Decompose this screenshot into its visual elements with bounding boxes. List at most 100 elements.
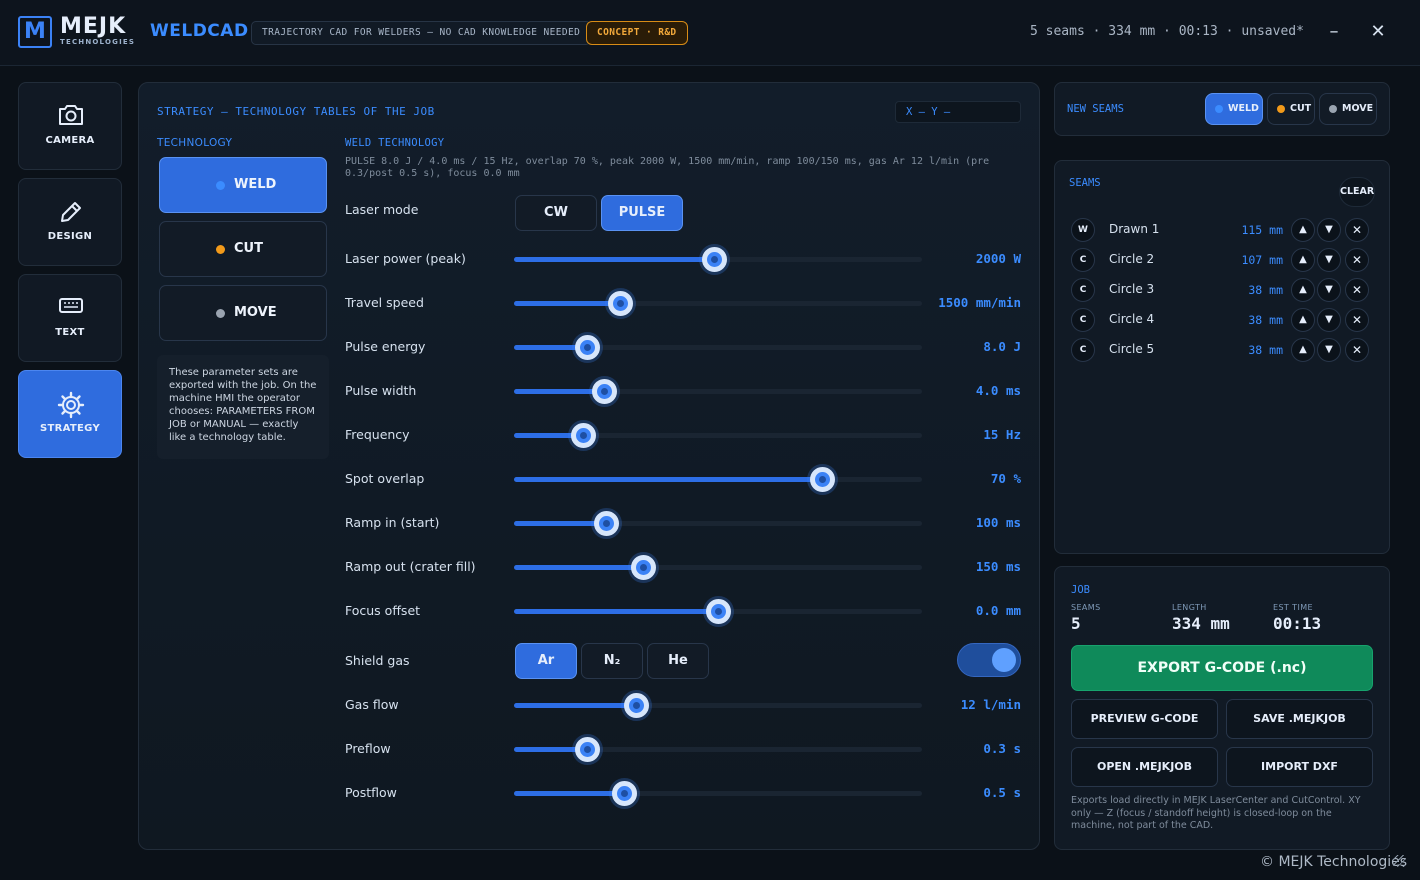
sidebar-item-design[interactable]: DESIGN: [18, 178, 122, 266]
slider-handle[interactable]: [591, 379, 617, 404]
new-seam-weld-label: WELD: [1228, 103, 1259, 114]
seam-row[interactable]: C Circle 2 107 mm ▲ ▼ ✕: [1069, 248, 1379, 276]
export-gcode-button[interactable]: EXPORT G-CODE (.nc): [1071, 645, 1373, 691]
seam-length: 115 mm: [1241, 223, 1283, 237]
move-down-button[interactable]: ▼: [1317, 218, 1341, 242]
copyright-text: © MEJK Technologies: [1260, 854, 1408, 870]
seam-row[interactable]: C Circle 5 38 mm ▲ ▼ ✕: [1069, 338, 1379, 366]
technology-cut-button[interactable]: CUT: [159, 221, 327, 277]
resize-grip-icon[interactable]: [1393, 855, 1405, 867]
gas-ar-button[interactable]: Ar: [515, 643, 577, 679]
param-slider[interactable]: [514, 379, 922, 404]
toggle-knob: [992, 648, 1016, 672]
seam-row[interactable]: C Circle 3 38 mm ▲ ▼ ✕: [1069, 278, 1379, 306]
remove-seam-button[interactable]: ✕: [1345, 338, 1369, 362]
param-slider[interactable]: [514, 737, 922, 762]
new-seam-weld-button[interactable]: WELD: [1205, 93, 1263, 125]
tagline-badge: TRAJECTORY CAD FOR WELDERS — NO CAD KNOW…: [251, 21, 592, 45]
job-panel: JOB SEAMS 5 LENGTH 334 mm EST TIME 00:13…: [1054, 566, 1390, 850]
minimize-button[interactable]: –: [1322, 20, 1346, 44]
laser-mode-cw-button[interactable]: CW: [515, 195, 597, 231]
remove-seam-button[interactable]: ✕: [1345, 248, 1369, 272]
slider-handle[interactable]: [706, 599, 731, 624]
shield-gas-toggle[interactable]: [957, 643, 1021, 677]
strategy-panel: STRATEGY — TECHNOLOGY TABLES OF THE JOB …: [138, 82, 1040, 850]
slider-handle[interactable]: [624, 693, 650, 718]
technology-table-note: These parameter sets are exported with t…: [157, 355, 329, 459]
param-value: 0.0 mm: [975, 603, 1021, 618]
slider-handle[interactable]: [810, 467, 836, 492]
sidebar-item-camera[interactable]: CAMERA: [18, 82, 122, 170]
gear-icon: [57, 391, 85, 419]
slider-handle[interactable]: [575, 737, 601, 762]
param-row: Laser power (peak) 2000 W: [345, 244, 1021, 274]
move-up-button[interactable]: ▲: [1291, 308, 1315, 332]
remove-seam-button[interactable]: ✕: [1345, 218, 1369, 242]
param-label: Postflow: [345, 785, 397, 800]
new-seam-cut-button[interactable]: CUT: [1267, 93, 1315, 125]
clear-seams-button[interactable]: CLEAR: [1339, 177, 1375, 207]
move-dot-icon: [1329, 105, 1337, 113]
slider-handle[interactable]: [575, 335, 601, 360]
param-row: Gas flow 12 l/min: [345, 690, 1021, 720]
new-seams-panel: NEW SEAMS WELD CUT MOVE: [1054, 82, 1390, 136]
move-down-button[interactable]: ▼: [1317, 308, 1341, 332]
move-down-button[interactable]: ▼: [1317, 248, 1341, 272]
seam-type-badge: W: [1071, 218, 1095, 242]
slider-handle[interactable]: [608, 291, 634, 316]
move-up-button[interactable]: ▲: [1291, 278, 1315, 302]
sidebar-item-text[interactable]: TEXT: [18, 274, 122, 362]
seam-row[interactable]: C Circle 4 38 mm ▲ ▼ ✕: [1069, 308, 1379, 336]
close-window-button[interactable]: ✕: [1366, 20, 1390, 44]
param-row: Pulse width 4.0 ms: [345, 376, 1021, 406]
slider-handle[interactable]: [612, 781, 638, 806]
slider-handle[interactable]: [593, 511, 619, 536]
param-slider[interactable]: [514, 781, 922, 806]
move-down-button[interactable]: ▼: [1317, 338, 1341, 362]
technology-weld-button[interactable]: WELD: [159, 157, 327, 213]
param-slider[interactable]: [514, 423, 922, 448]
slider-fill: [514, 389, 604, 394]
move-down-button[interactable]: ▼: [1317, 278, 1341, 302]
param-row: Pulse energy 8.0 J: [345, 332, 1021, 362]
sidebar-item-strategy[interactable]: STRATEGY: [18, 370, 122, 458]
move-up-button[interactable]: ▲: [1291, 218, 1315, 242]
param-slider[interactable]: [514, 693, 922, 718]
move-up-button[interactable]: ▲: [1291, 338, 1315, 362]
weld-dot-icon: [1215, 105, 1223, 113]
import-dxf-button[interactable]: IMPORT DXF: [1226, 747, 1373, 787]
move-up-button[interactable]: ▲: [1291, 248, 1315, 272]
param-slider[interactable]: [514, 467, 922, 492]
technology-move-button[interactable]: MOVE: [159, 285, 327, 341]
seam-name: Circle 3: [1109, 282, 1155, 296]
weld-dot-icon: [216, 181, 225, 190]
preview-gcode-button[interactable]: PREVIEW G-CODE: [1071, 699, 1218, 739]
param-label: Spot overlap: [345, 471, 425, 486]
param-slider[interactable]: [514, 335, 922, 360]
open-job-button[interactable]: OPEN .MEJKJOB: [1071, 747, 1218, 787]
save-job-button[interactable]: SAVE .MEJKJOB: [1226, 699, 1373, 739]
sidebar-item-label: STRATEGY: [40, 423, 100, 434]
slider-handle[interactable]: [571, 423, 597, 448]
seams-panel: SEAMS CLEAR W Drawn 1 115 mm ▲ ▼ ✕ C Circle 2 10…: [1054, 160, 1390, 554]
remove-seam-button[interactable]: ✕: [1345, 308, 1369, 332]
slider-handle[interactable]: [630, 555, 656, 580]
slider-handle[interactable]: [701, 247, 727, 272]
seam-row[interactable]: W Drawn 1 115 mm ▲ ▼ ✕: [1069, 218, 1379, 246]
param-slider[interactable]: [514, 511, 922, 536]
param-slider[interactable]: [514, 599, 922, 624]
seam-name: Circle 5: [1109, 342, 1155, 356]
technology-label-cut: CUT: [234, 241, 263, 256]
stat-time-label: EST TIME: [1273, 603, 1313, 612]
param-slider[interactable]: [514, 291, 922, 316]
gas-he-button[interactable]: He: [647, 643, 709, 679]
company-logo: M MEJK TECHNOLOGIES: [18, 16, 136, 48]
param-slider[interactable]: [514, 555, 922, 580]
new-seam-move-button[interactable]: MOVE: [1319, 93, 1377, 125]
slider-fill: [514, 565, 643, 570]
laser-mode-pulse-button[interactable]: PULSE: [601, 195, 683, 231]
seam-type-badge: C: [1071, 278, 1095, 302]
gas-n2-button[interactable]: N₂: [581, 643, 643, 679]
param-slider[interactable]: [514, 247, 922, 272]
remove-seam-button[interactable]: ✕: [1345, 278, 1369, 302]
